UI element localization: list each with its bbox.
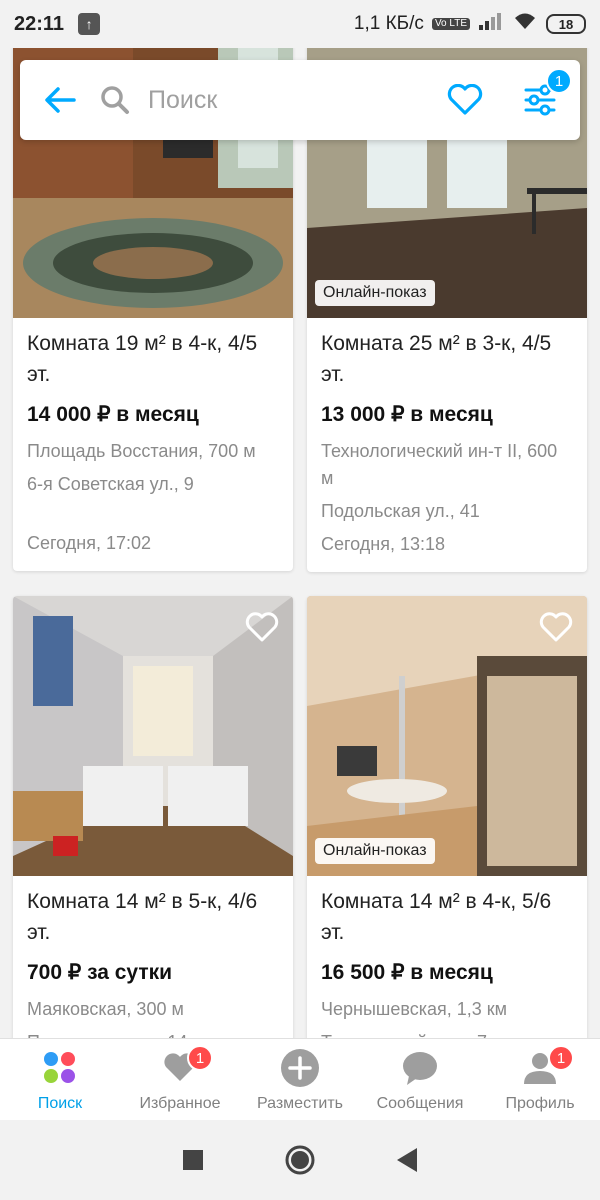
listing-address: Пушкинская ул., 14 xyxy=(27,1029,279,1038)
signal-icon xyxy=(478,11,504,37)
arrow-left-icon xyxy=(45,87,76,113)
listing-metro: Площадь Восстания, 700 м xyxy=(27,441,256,461)
listing-metro: Маяковская, 300 м xyxy=(27,999,184,1019)
plus-circle-icon xyxy=(280,1049,320,1087)
listing-details: Комната 14 м² в 4-к, 5/6 эт. 16 500 ₽ в … xyxy=(307,876,587,1038)
wifi-icon xyxy=(512,11,538,37)
listing-price: 13 000 ₽ в месяц xyxy=(321,403,493,426)
recent-apps-button[interactable] xyxy=(163,1130,223,1190)
search-icon xyxy=(100,85,130,115)
listing-title[interactable]: Комната 14 м² в 4-к, 5/6 эт. xyxy=(321,886,573,948)
nav-label: Сообщения xyxy=(376,1095,464,1112)
nav-messages[interactable]: Сообщения xyxy=(360,1039,480,1120)
listings-grid[interactable]: Комната 19 м² в 4-к, 4/5 эт. 14 000 ₽ в … xyxy=(0,48,600,1038)
user-profile-icon: 1 xyxy=(522,1045,574,1087)
online-viewing-badge: Онлайн-показ xyxy=(315,280,435,306)
search-dots-icon xyxy=(42,1049,78,1087)
nav-label: Избранное xyxy=(139,1095,221,1112)
listing-title[interactable]: Комната 19 м² в 4-к, 4/5 эт. xyxy=(27,328,279,390)
listing-details: Комната 25 м² в 3-к, 4/5 эт. 13 000 ₽ в … xyxy=(307,318,587,572)
chat-bubble-icon xyxy=(401,1049,439,1087)
nav-profile[interactable]: 1 Профиль xyxy=(480,1039,600,1120)
listing-details: Комната 19 м² в 4-к, 4/5 эт. 14 000 ₽ в … xyxy=(13,318,293,571)
listing-price: 700 ₽ за сутки xyxy=(27,961,173,984)
square-icon xyxy=(183,1150,204,1170)
upload-notification-icon: ↑ xyxy=(78,13,101,35)
back-system-button[interactable] xyxy=(377,1130,437,1190)
add-to-favorites-button[interactable] xyxy=(537,608,575,646)
online-viewing-badge: Онлайн-показ xyxy=(315,838,435,864)
listing-details: Комната 14 м² в 5-к, 4/6 эт. 700 ₽ за су… xyxy=(13,876,293,1038)
home-button[interactable] xyxy=(270,1130,330,1190)
status-time: 22:11 xyxy=(14,12,65,35)
network-speed: 1,1 КБ/с xyxy=(353,13,424,34)
filters-button[interactable]: 1 xyxy=(500,60,580,140)
add-to-favorites-button[interactable] xyxy=(243,608,281,646)
listing-price: 16 500 ₽ в месяц xyxy=(321,961,493,984)
favorites-badge: 1 xyxy=(187,1045,213,1071)
nav-label: Профиль xyxy=(505,1095,575,1112)
battery-indicator: 18 xyxy=(546,14,586,34)
listing-date: Сегодня, 17:02 xyxy=(27,533,152,553)
nav-search[interactable]: Поиск xyxy=(0,1039,120,1120)
nav-label: Поиск xyxy=(37,1095,83,1112)
listing-title[interactable]: Комната 14 м² в 5-к, 4/6 эт. xyxy=(27,886,279,948)
listing-metro: Чернышевская, 1,3 км xyxy=(321,999,508,1019)
heart-outline-icon xyxy=(245,612,279,642)
listing-title[interactable]: Комната 25 м² в 3-к, 4/5 эт. xyxy=(321,328,573,390)
listing-photo[interactable] xyxy=(13,596,293,876)
listing-date: Сегодня, 13:18 xyxy=(321,534,446,554)
listing-card[interactable]: Онлайн-показ Комната 14 м² в 4-к, 5/6 эт… xyxy=(307,596,587,1038)
nav-post-ad[interactable]: Разместить xyxy=(240,1039,360,1120)
favorite-search-button[interactable] xyxy=(430,60,500,140)
heart-outline-icon xyxy=(539,612,573,642)
back-button[interactable] xyxy=(20,60,100,140)
status-bar: 22:11 ↑ 1,1 КБ/с Vo LTE 18 xyxy=(0,0,600,48)
nav-favorites[interactable]: 1 Избранное xyxy=(120,1039,240,1120)
heart-outline-icon xyxy=(447,84,483,115)
listing-metro: Технологический ин-т II, 600 м xyxy=(321,441,558,488)
search-placeholder: Поиск xyxy=(148,85,218,114)
listing-address: Таврический пер., 7 xyxy=(321,1029,573,1038)
triangle-back-icon xyxy=(396,1148,417,1172)
bottom-navigation: Поиск 1 Избранное Разместить Сообщения 1… xyxy=(0,1038,600,1120)
heart-filled-icon: 1 xyxy=(163,1045,213,1087)
listing-photo[interactable]: Онлайн-показ xyxy=(307,596,587,876)
nav-label: Разместить xyxy=(256,1095,344,1112)
listing-price: 14 000 ₽ в месяц xyxy=(27,403,199,426)
volte-icon: Vo LTE xyxy=(431,18,470,30)
listing-card[interactable]: Комната 14 м² в 5-к, 4/6 эт. 700 ₽ за су… xyxy=(13,596,293,1038)
listing-address: 6-я Советская ул., 9 xyxy=(27,474,194,494)
circle-home-icon xyxy=(285,1145,315,1175)
system-navigation-bar xyxy=(0,1120,600,1200)
status-indicators: 1,1 КБ/с Vo LTE 18 xyxy=(354,11,586,37)
filter-count-badge: 1 xyxy=(546,68,572,94)
search-input[interactable]: Поиск xyxy=(100,60,430,140)
listing-address: Подольская ул., 41 xyxy=(321,501,480,521)
profile-badge: 1 xyxy=(548,1045,574,1071)
search-header: Поиск 1 xyxy=(20,60,580,140)
